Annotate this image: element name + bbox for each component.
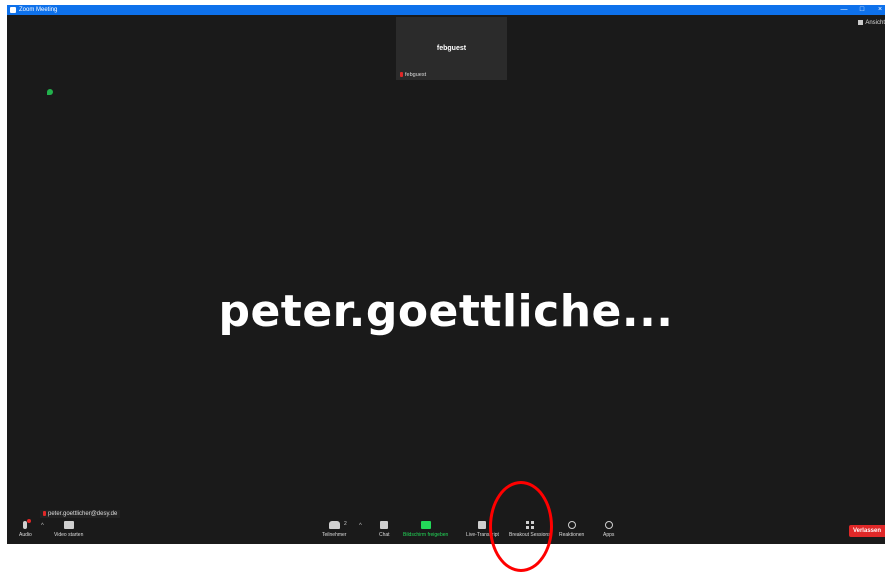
reactions-button[interactable]: Reaktionen xyxy=(559,521,584,538)
minimize-button[interactable]: — xyxy=(837,5,851,15)
chat-bubble-icon xyxy=(380,521,389,529)
thumbnail-display-name: febguest xyxy=(436,45,467,52)
start-video-label: Video starten xyxy=(54,532,84,538)
closed-caption-icon xyxy=(478,521,487,529)
view-button[interactable]: Ansicht xyxy=(858,20,885,26)
thumbnail-label-text: febguest xyxy=(405,72,427,78)
zoom-window: Zoom Meeting — □ × Ansicht febguest febg… xyxy=(7,5,885,544)
share-screen-icon xyxy=(420,521,431,529)
active-speaker-name: peter.goettliche... xyxy=(218,286,674,337)
participants-options-caret-icon[interactable]: ^ xyxy=(359,523,362,529)
leave-meeting-button[interactable]: Verlassen xyxy=(848,525,885,537)
chat-label: Chat xyxy=(379,532,390,538)
thumbnail-label: febguest xyxy=(400,72,426,78)
annotation-circle xyxy=(489,481,553,572)
restore-button[interactable]: □ xyxy=(855,5,869,15)
participant-thumbnail[interactable]: febguest febguest xyxy=(396,17,507,80)
participants-icon xyxy=(328,521,340,529)
reactions-label: Reaktionen xyxy=(559,532,585,538)
apps-button[interactable]: Apps xyxy=(603,521,614,538)
video-camera-icon xyxy=(63,521,74,529)
close-button[interactable]: × xyxy=(873,5,885,15)
view-grid-icon xyxy=(858,20,864,25)
self-view-label-text: peter.goettlicher@desy.de xyxy=(48,511,118,517)
muted-mic-icon xyxy=(400,72,403,77)
participants-button[interactable]: Teilnehmer xyxy=(322,521,346,538)
apps-icon xyxy=(604,521,613,529)
audio-label: Audio xyxy=(19,532,32,538)
share-screen-label: Bildschirm freigeben xyxy=(403,532,449,538)
self-muted-mic-icon xyxy=(43,511,46,516)
reactions-emoji-icon xyxy=(567,521,576,529)
start-video-button[interactable]: Video starten xyxy=(54,521,83,538)
participants-label: Teilnehmer xyxy=(322,532,347,538)
window-title: Zoom Meeting xyxy=(19,7,58,13)
self-view-label: peter.goettlicher@desy.de xyxy=(40,510,121,518)
title-bar: Zoom Meeting — □ × xyxy=(7,5,885,15)
chat-button[interactable]: Chat xyxy=(379,521,390,538)
view-button-label: Ansicht xyxy=(865,20,885,26)
zoom-app-icon xyxy=(10,7,16,13)
audio-options-caret-icon[interactable]: ^ xyxy=(41,523,44,529)
security-shield-icon[interactable] xyxy=(47,89,53,95)
participants-count: 2 xyxy=(344,521,347,527)
share-screen-button[interactable]: Bildschirm freigeben xyxy=(403,521,448,538)
audio-button[interactable]: Audio xyxy=(19,519,32,538)
apps-label: Apps xyxy=(603,532,615,538)
microphone-icon xyxy=(23,519,32,529)
